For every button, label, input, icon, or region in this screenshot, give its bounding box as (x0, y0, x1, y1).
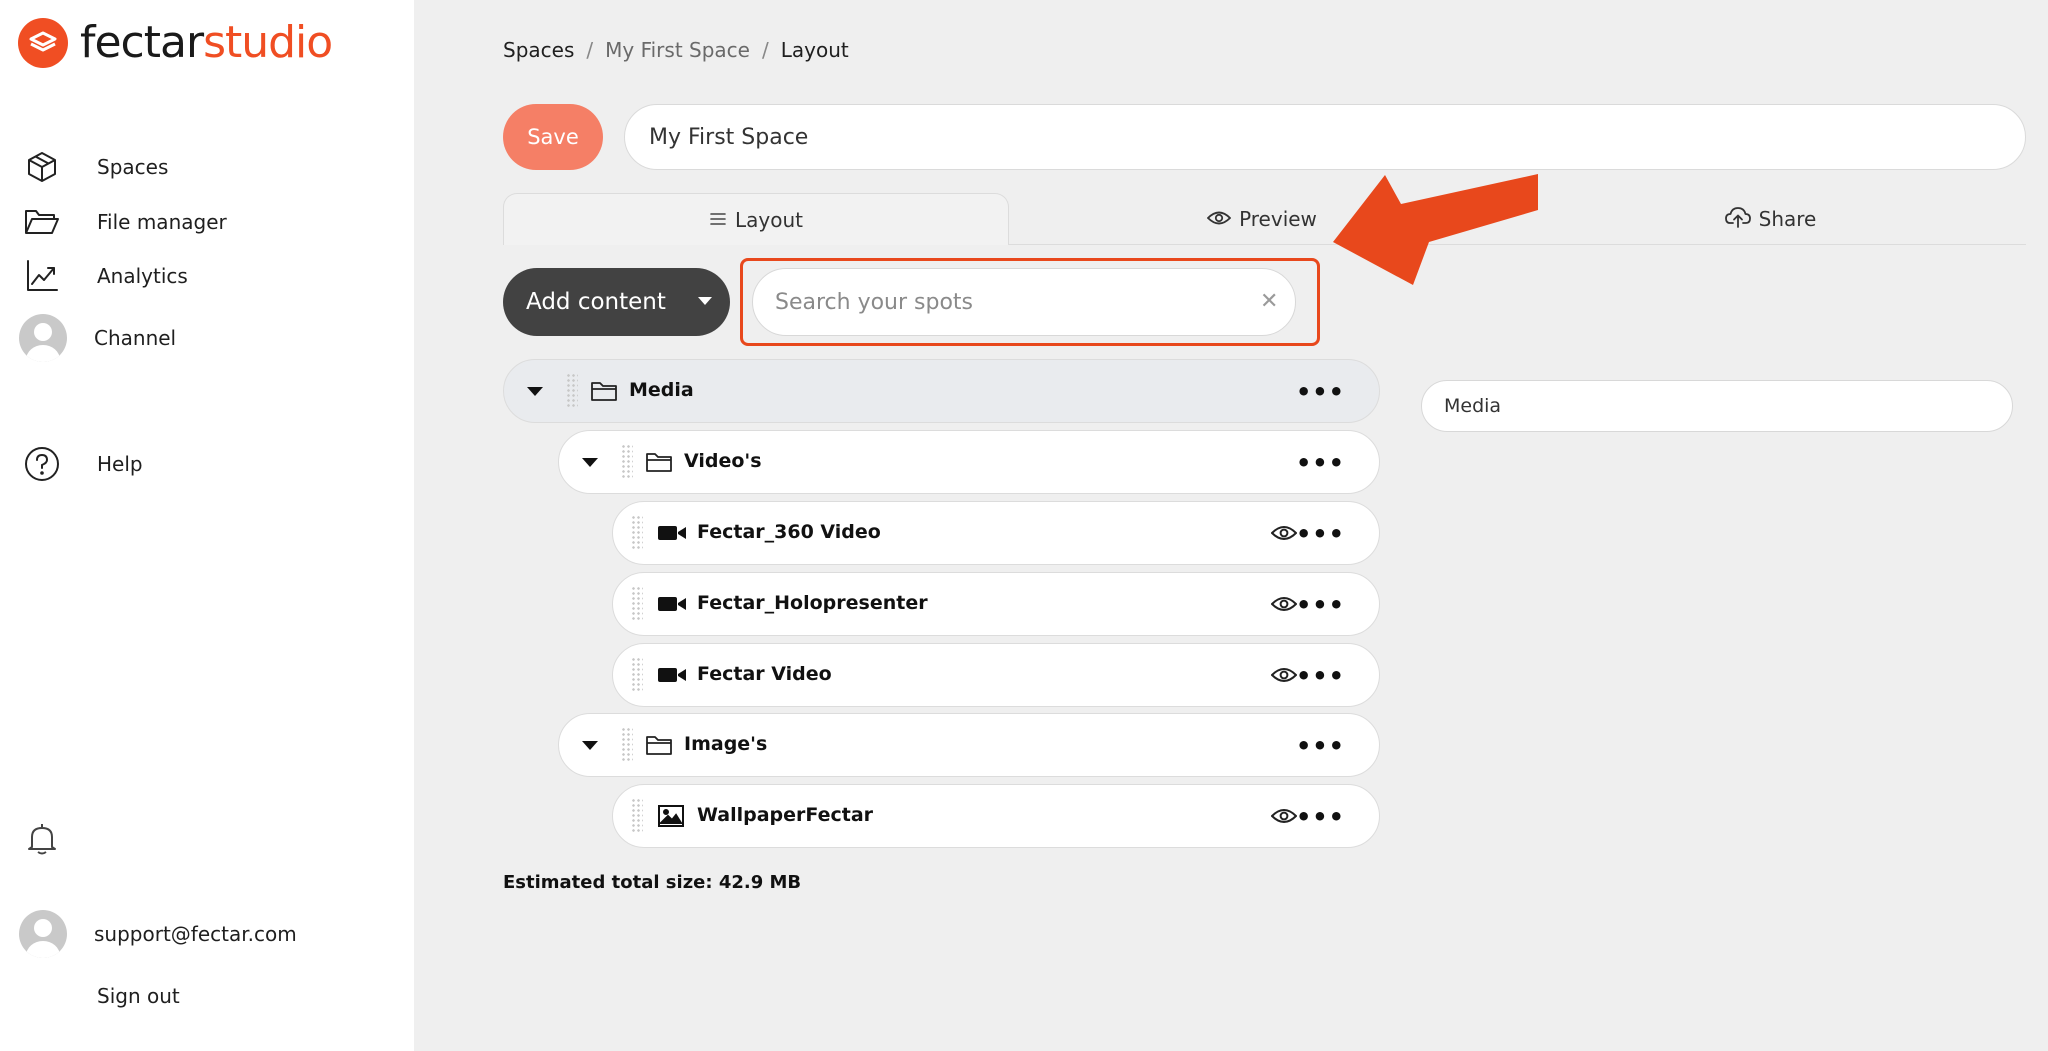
more-options-icon[interactable]: ••• (1296, 522, 1345, 546)
video-camera-icon (657, 524, 687, 542)
add-content-button[interactable]: Add content (503, 268, 730, 336)
sidebar-item-spaces[interactable]: Spaces (22, 147, 168, 187)
folder-icon (590, 379, 618, 403)
drag-handle-icon[interactable] (621, 727, 633, 763)
folder-icon (645, 733, 673, 757)
sign-out-label: Sign out (97, 984, 180, 1008)
collapse-toggle-icon[interactable] (582, 458, 598, 467)
eye-icon[interactable] (1271, 666, 1297, 684)
bell-icon (22, 818, 62, 858)
tab-label: Layout (735, 207, 803, 232)
sidebar-item-label: Help (97, 452, 143, 476)
annotation-arrow-icon (1333, 174, 1538, 285)
cloud-upload-icon (1724, 206, 1751, 233)
breadcrumb-current: Layout (780, 38, 849, 62)
logo[interactable]: fectarstudio (18, 18, 333, 68)
clear-search-icon[interactable]: ✕ (1260, 289, 1278, 314)
estimated-total-size: Estimated total size: 42.9 MB (503, 872, 802, 893)
image-icon (657, 804, 685, 828)
tree-item-label: Fectar_360 Video (697, 521, 881, 543)
sidebar-item-help[interactable]: Help (22, 444, 143, 484)
sidebar-item-file-manager[interactable]: File manager (22, 202, 227, 242)
tree-row-images[interactable]: Image's ••• (558, 713, 1380, 777)
tree-row-media[interactable]: Media ••• (503, 359, 1380, 423)
more-options-icon[interactable]: ••• (1296, 593, 1345, 617)
cube-icon (22, 147, 62, 187)
caret-down-icon (698, 297, 712, 305)
search-input[interactable] (752, 268, 1296, 336)
tab-layout[interactable]: Layout (503, 193, 1009, 245)
drag-handle-icon[interactable] (621, 444, 633, 480)
user-email: support@fectar.com (94, 922, 297, 946)
more-options-icon[interactable]: ••• (1296, 664, 1345, 688)
tree-item-label: Media (629, 379, 694, 401)
sidebar-item-channel[interactable]: Channel (19, 314, 176, 362)
tab-bar: Layout Preview Share (503, 193, 2026, 245)
tab-label: Share (1758, 207, 1817, 231)
notifications-button[interactable] (22, 818, 62, 858)
selected-item-name-input[interactable] (1421, 380, 2013, 432)
tree-row-video[interactable]: Fectar Video ••• (612, 643, 1380, 707)
add-content-label: Add content (526, 289, 666, 315)
breadcrumb-spaces[interactable]: Spaces (503, 38, 574, 62)
tree-row-videos[interactable]: Video's ••• (558, 430, 1380, 494)
breadcrumb-separator: / (586, 38, 594, 62)
drag-handle-icon[interactable] (631, 586, 643, 622)
eye-icon[interactable] (1271, 524, 1297, 542)
tree-item-label: Fectar_Holopresenter (697, 592, 928, 614)
chart-line-icon (22, 256, 62, 296)
tree-item-label: WallpaperFectar (697, 804, 874, 826)
breadcrumb-separator: / (761, 38, 769, 62)
list-icon (709, 208, 727, 232)
help-icon (22, 444, 62, 484)
sidebar: fectarstudio Spaces File manager Analyti… (0, 0, 414, 1051)
eye-icon (1206, 207, 1232, 231)
more-options-icon[interactable]: ••• (1296, 805, 1345, 829)
avatar (19, 910, 67, 958)
drag-handle-icon[interactable] (631, 798, 643, 834)
user-account[interactable]: support@fectar.com (19, 910, 297, 958)
breadcrumb-space[interactable]: My First Space (605, 38, 750, 62)
save-button[interactable]: Save (503, 104, 603, 170)
sidebar-item-analytics[interactable]: Analytics (22, 256, 188, 296)
logo-text: fectarstudio (80, 21, 333, 65)
folder-open-icon (22, 202, 62, 242)
tab-share[interactable]: Share (1515, 193, 2026, 245)
tree-item-label: Image's (684, 733, 768, 755)
more-options-icon[interactable]: ••• (1296, 734, 1345, 758)
sidebar-item-label: Channel (94, 326, 177, 350)
tab-label: Preview (1239, 207, 1317, 231)
sidebar-item-label: File manager (97, 210, 227, 234)
avatar (19, 314, 67, 362)
collapse-toggle-icon[interactable] (527, 387, 543, 396)
more-options-icon[interactable]: ••• (1296, 451, 1345, 475)
tree-row-video[interactable]: Fectar_360 Video ••• (612, 501, 1380, 565)
video-camera-icon (657, 666, 687, 684)
sign-out-link[interactable]: Sign out (22, 976, 180, 1016)
tree-item-label: Fectar Video (697, 663, 832, 685)
eye-icon[interactable] (1271, 595, 1297, 613)
eye-icon[interactable] (1271, 807, 1297, 825)
logo-text-primary: fectar (80, 17, 204, 68)
fectar-logo-icon (18, 18, 68, 68)
tree-row-image[interactable]: WallpaperFectar ••• (612, 784, 1380, 848)
video-camera-icon (657, 595, 687, 613)
collapse-toggle-icon[interactable] (582, 741, 598, 750)
space-name-input[interactable] (624, 104, 2026, 170)
tree-row-video[interactable]: Fectar_Holopresenter ••• (612, 572, 1380, 636)
breadcrumb: Spaces / My First Space / Layout (503, 38, 849, 62)
more-options-icon[interactable]: ••• (1296, 380, 1345, 404)
sidebar-item-label: Spaces (97, 155, 169, 179)
sidebar-item-label: Analytics (97, 264, 188, 288)
folder-icon (645, 450, 673, 474)
tree-item-label: Video's (684, 450, 762, 472)
logo-text-accent: studio (203, 17, 333, 68)
drag-handle-icon[interactable] (631, 657, 643, 693)
drag-handle-icon[interactable] (566, 373, 578, 409)
drag-handle-icon[interactable] (631, 515, 643, 551)
